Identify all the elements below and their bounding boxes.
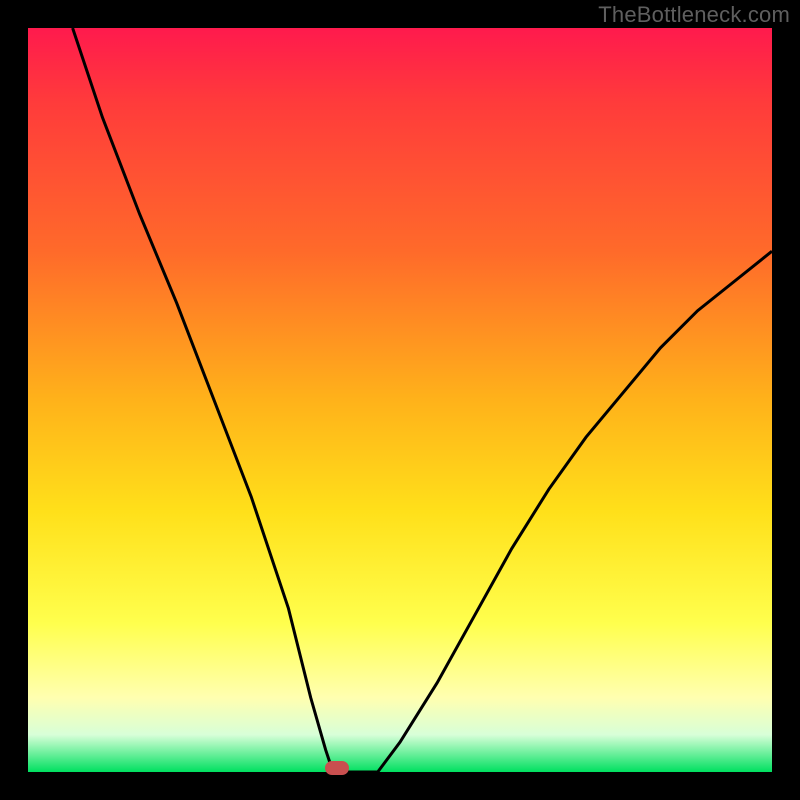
- curve-svg: [28, 28, 772, 772]
- optimal-point-marker: [325, 761, 349, 775]
- bottleneck-curve: [73, 28, 772, 772]
- watermark-text: TheBottleneck.com: [598, 2, 790, 28]
- chart-frame: TheBottleneck.com: [0, 0, 800, 800]
- plot-area: [28, 28, 772, 772]
